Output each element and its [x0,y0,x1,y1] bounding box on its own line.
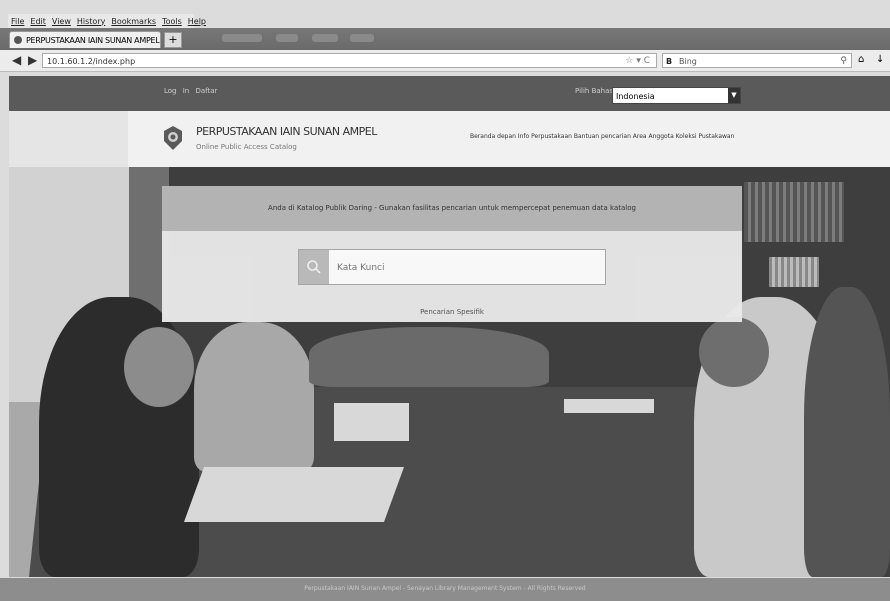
search-button[interactable] [299,250,329,284]
student-face [124,327,194,407]
blurred-tab-placeholder [276,34,298,42]
language-select[interactable]: Indonesia ▼ [612,87,741,104]
blurred-tab-placeholder [222,34,262,42]
browser-menubar: File Edit View History Bookmarks Tools Help [8,14,206,28]
search-engine-icon: B [666,57,673,66]
menu-item-tools[interactable]: Tools [162,17,182,26]
student-face [699,317,769,387]
search-icon[interactable]: ⚲ [840,54,847,69]
account-links[interactable]: Log In Daftar [164,87,217,95]
hero-photo: Anda di Katalog Publik Daring - Gunakan … [9,167,890,577]
site-footer: Perpustakaan IAIN Sunan Ampel - Senayan … [0,578,890,601]
header-left-panel [9,111,128,167]
search-panel-heading: Anda di Katalog Publik Daring - Gunakan … [268,204,636,212]
site-subtitle: Online Public Access Catalog [196,143,297,151]
browser-tabstrip: PERPUSTAKAAN IAIN SUNAN AMPEL × + [0,28,890,50]
open-book [564,399,654,413]
download-icon[interactable]: ↓ [876,54,884,65]
blurred-tab-placeholder [312,34,338,42]
home-icon[interactable]: ⌂ [858,54,864,65]
language-label: Pilih Bahasa [575,87,618,95]
language-value: Indonesia [616,92,655,101]
site-nav-menu[interactable]: Beranda depan Info Perpustakaan Bantuan … [470,133,734,140]
search-panel-header: Anda di Katalog Publik Daring - Gunakan … [162,186,742,231]
advanced-search-link[interactable]: Pencarian Spesifik [162,308,742,316]
menu-item-help[interactable]: Help [188,17,206,26]
bookshelf [744,182,844,242]
tab-title: PERPUSTAKAAN IAIN SUNAN AMPEL [26,35,160,45]
address-bar[interactable]: 10.1.60.1.2/index.php ☆ ▾ C [42,53,657,68]
blurred-tab-placeholder [350,34,374,42]
site-top-strip: Log In Daftar Pilih Bahasa [9,76,890,111]
student-figure [194,322,314,472]
menu-item-edit[interactable]: Edit [30,17,46,26]
menu-item-bookmarks[interactable]: Bookmarks [111,17,156,26]
url-text: 10.1.60.1.2/index.php [47,57,136,66]
search-panel: Anda di Katalog Publik Daring - Gunakan … [162,186,742,322]
bookmark-star-icon[interactable]: ☆ ▾ C [625,54,650,69]
student-figure [804,287,890,577]
search-icon [307,260,321,274]
favicon-icon [14,36,22,44]
open-book [334,403,409,441]
forward-arrow-icon[interactable]: ▶ [28,53,37,67]
open-book [183,467,405,522]
catalog-search-box [298,249,606,286]
browser-navbar: ◀ ▶ 10.1.60.1.2/index.php ☆ ▾ C B Bing ⚲… [0,50,890,72]
students-background [309,327,549,387]
new-tab-button[interactable]: + [164,32,182,48]
site-header: PERPUSTAKAAN IAIN SUNAN AMPEL Online Pub… [128,111,890,167]
site-title: PERPUSTAKAAN IAIN SUNAN AMPEL [196,125,377,138]
browser-search-box[interactable]: B Bing ⚲ [662,53,852,68]
bookshelf [769,257,819,287]
menu-item-view[interactable]: View [52,17,71,26]
menu-item-file[interactable]: File [11,17,24,26]
menu-item-history[interactable]: History [77,17,105,26]
back-arrow-icon[interactable]: ◀ [12,53,21,67]
library-logo-icon [164,126,182,150]
chevron-down-icon: ▼ [728,88,740,103]
browser-tab[interactable]: PERPUSTAKAAN IAIN SUNAN AMPEL × [9,31,161,48]
browser-search-placeholder: Bing [679,57,697,66]
footer-text: Perpustakaan IAIN Sunan Ampel - Senayan … [304,585,586,592]
keyword-search-input[interactable] [335,250,605,286]
